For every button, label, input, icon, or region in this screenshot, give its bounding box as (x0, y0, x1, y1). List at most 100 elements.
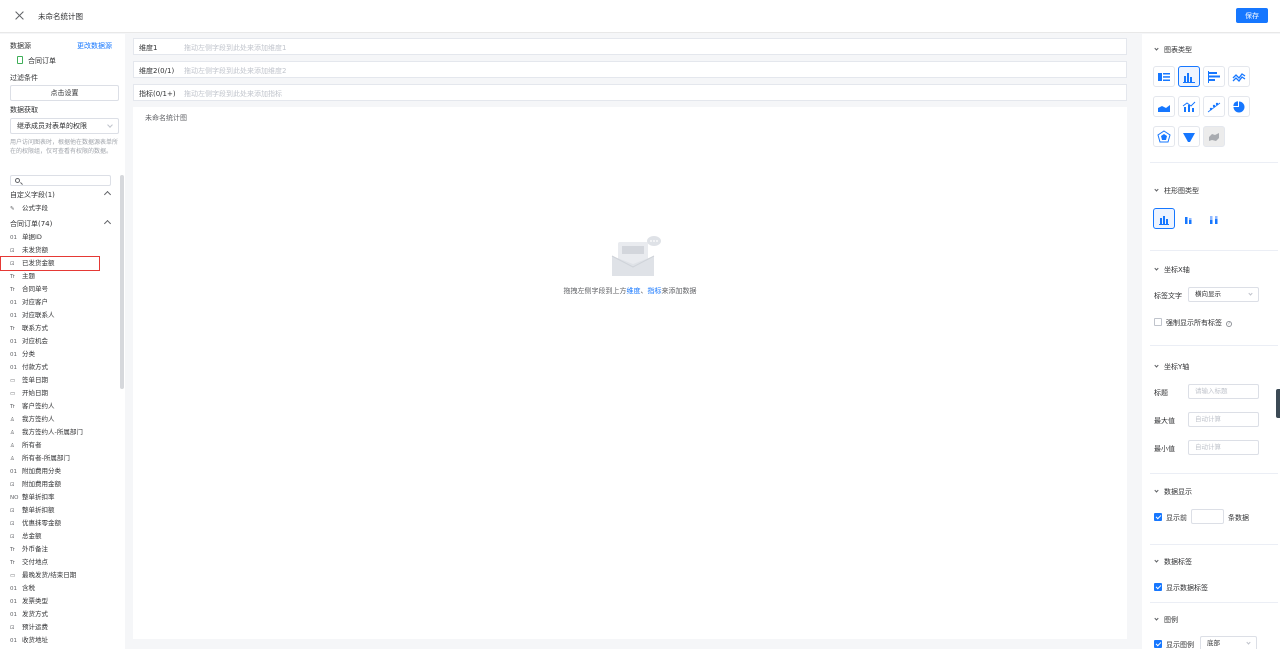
table-chart-button[interactable] (1153, 66, 1175, 87)
dimension2-dropzone[interactable]: 维度2(0/1) 拖动左侧字段到此处来添加维度2 (133, 61, 1127, 78)
combo-chart-button[interactable] (1178, 96, 1200, 117)
field-item[interactable]: ♙ 所有者 (10, 439, 118, 452)
chevron-down-icon (1154, 187, 1159, 192)
field-item[interactable]: Tr 主题 (10, 270, 118, 283)
field-item[interactable]: ♙ 所有者-所属部门 (10, 452, 118, 465)
show-top-label: 显示前 (1166, 514, 1187, 522)
field-item[interactable]: Tr 客户签约人 (10, 400, 118, 413)
divider (1150, 473, 1278, 474)
field-search-input[interactable] (10, 175, 111, 186)
y-title-input[interactable]: 请输入标题 (1188, 384, 1259, 399)
area-chart-button[interactable] (1153, 96, 1175, 117)
field-item[interactable]: 01 含税 (10, 582, 118, 595)
field-item[interactable]: NO 整单折扣率 (10, 491, 118, 504)
field-item[interactable]: 01 单据ID (10, 231, 118, 244)
field-item[interactable]: 01 对应机会 (10, 335, 118, 348)
side-drawer-handle[interactable] (1276, 389, 1280, 418)
funnel-chart-icon (1183, 132, 1195, 142)
select-type-icon: 01 (10, 638, 17, 644)
dimension1-dropzone[interactable]: 维度1 拖动左侧字段到此处来添加维度1 (133, 38, 1127, 55)
field-item[interactable]: ⊡ 附加费用金额 (10, 478, 118, 491)
field-label: 未发货额 (22, 246, 48, 254)
divider (1150, 162, 1278, 163)
field-label: 交付地点 (22, 558, 48, 566)
field-label: 收货地址 (22, 636, 48, 644)
show-top-checkbox[interactable] (1154, 513, 1162, 521)
empty-metric-link[interactable]: 指标 (648, 287, 662, 295)
field-item[interactable]: Tr 联系方式 (10, 322, 118, 335)
legend-section[interactable]: 图例 (1154, 615, 1178, 625)
y-axis-section[interactable]: 坐标Y轴 (1154, 362, 1189, 372)
field-item[interactable]: 01 收货地址 (10, 634, 118, 647)
grouped-bar-button[interactable] (1153, 208, 1175, 229)
field-item[interactable]: 01 发货方式 (10, 608, 118, 621)
field-item[interactable]: ⊡ 整单折扣额 (10, 504, 118, 517)
field-formula[interactable]: ✎ 公式字段 (10, 202, 118, 215)
percent-bar-button[interactable] (1203, 208, 1225, 229)
datasource-item[interactable]: 合同订单 (17, 56, 56, 66)
horizontal-bar-chart-button[interactable] (1203, 66, 1225, 87)
field-list-scrollbar[interactable] (120, 175, 124, 389)
metric-dropzone[interactable]: 指标(0/1+) 拖动左侧字段到此处来添加指标 (133, 84, 1127, 101)
field-item[interactable]: ▭ 开始日期 (10, 387, 118, 400)
field-item[interactable]: ♙ 我方签约人 (10, 413, 118, 426)
funnel-chart-button[interactable] (1178, 126, 1200, 147)
line-chart-button[interactable] (1228, 66, 1250, 87)
dropzone-placeholder: 拖动左侧字段到此处来添加维度2 (184, 67, 287, 75)
field-label: 发货方式 (22, 610, 48, 618)
close-icon[interactable] (14, 10, 25, 21)
bar-chart-button[interactable] (1178, 66, 1200, 87)
field-item[interactable]: 01 分类 (10, 348, 118, 361)
scatter-chart-button[interactable] (1203, 96, 1225, 117)
pie-chart-button[interactable] (1228, 96, 1250, 117)
map-chart-button[interactable] (1203, 126, 1225, 147)
field-item[interactable]: ⊡ 未发货额 (10, 244, 118, 257)
field-item[interactable]: Tr 合同单号 (10, 283, 118, 296)
field-item[interactable]: ▭ 最晚发货/结束日期 (10, 569, 118, 582)
bar-chart-icon (1183, 72, 1195, 83)
force-labels-checkbox[interactable] (1154, 318, 1162, 326)
document-icon (17, 56, 23, 64)
stacked-bar-button[interactable] (1178, 208, 1200, 229)
field-item[interactable]: ⊡ 已发货金额 (0, 256, 100, 271)
orders-fields-group[interactable]: 合同订单(74) (10, 219, 112, 229)
y-max-input[interactable]: 自动计算 (1188, 412, 1259, 427)
legend-position-select[interactable]: 底部 (1200, 636, 1257, 649)
help-icon[interactable]: ? (1226, 321, 1232, 327)
field-item[interactable]: 01 附加费用分类 (10, 465, 118, 478)
field-item[interactable]: ♙ 我方签约人-所属部门 (10, 426, 118, 439)
field-item[interactable]: Tr 交付地点 (10, 556, 118, 569)
permission-select[interactable]: 继承成员对表单的权限 (10, 118, 119, 134)
radar-chart-button[interactable] (1153, 126, 1175, 147)
field-item[interactable]: Tr 外币备注 (10, 543, 118, 556)
chart-type-section[interactable]: 图表类型 (1154, 45, 1192, 55)
field-item[interactable]: ⊡ 优惠抹零金额 (10, 517, 118, 530)
field-item[interactable]: 01 对应客户 (10, 296, 118, 309)
data-labels-section[interactable]: 数据标签 (1154, 557, 1192, 567)
empty-text-part: 来添加数据 (661, 287, 697, 295)
field-item[interactable]: 01 对应联系人 (10, 309, 118, 322)
show-top-count-input[interactable] (1191, 509, 1224, 524)
empty-dimension-link[interactable]: 维度 (627, 287, 641, 295)
field-item[interactable]: ⊡ 预计运费 (10, 621, 118, 634)
save-button[interactable]: 保存 (1236, 8, 1268, 23)
field-item[interactable]: 01 发票类型 (10, 595, 118, 608)
filter-settings-button[interactable]: 点击设置 (10, 85, 119, 101)
field-label: 开始日期 (22, 389, 48, 397)
bar-type-section[interactable]: 柱形图类型 (1154, 186, 1199, 196)
x-axis-section[interactable]: 坐标X轴 (1154, 265, 1190, 275)
show-legend-checkbox[interactable] (1154, 640, 1162, 648)
divider (1150, 544, 1278, 545)
divider (1150, 602, 1278, 603)
data-display-section[interactable]: 数据显示 (1154, 487, 1192, 497)
custom-fields-group[interactable]: 自定义字段(1) (10, 190, 112, 200)
field-item[interactable]: ⊡ 总金额 (10, 530, 118, 543)
show-data-labels-checkbox[interactable] (1154, 583, 1162, 591)
label-text-value: 横向显示 (1195, 290, 1221, 298)
field-item[interactable]: 01 付款方式 (10, 361, 118, 374)
y-min-input[interactable]: 自动计算 (1188, 440, 1259, 455)
change-datasource-link[interactable]: 更改数据源 (77, 41, 112, 51)
chevron-up-icon (103, 219, 112, 228)
field-item[interactable]: ▭ 签单日期 (10, 374, 118, 387)
label-text-select[interactable]: 横向显示 (1188, 287, 1259, 302)
